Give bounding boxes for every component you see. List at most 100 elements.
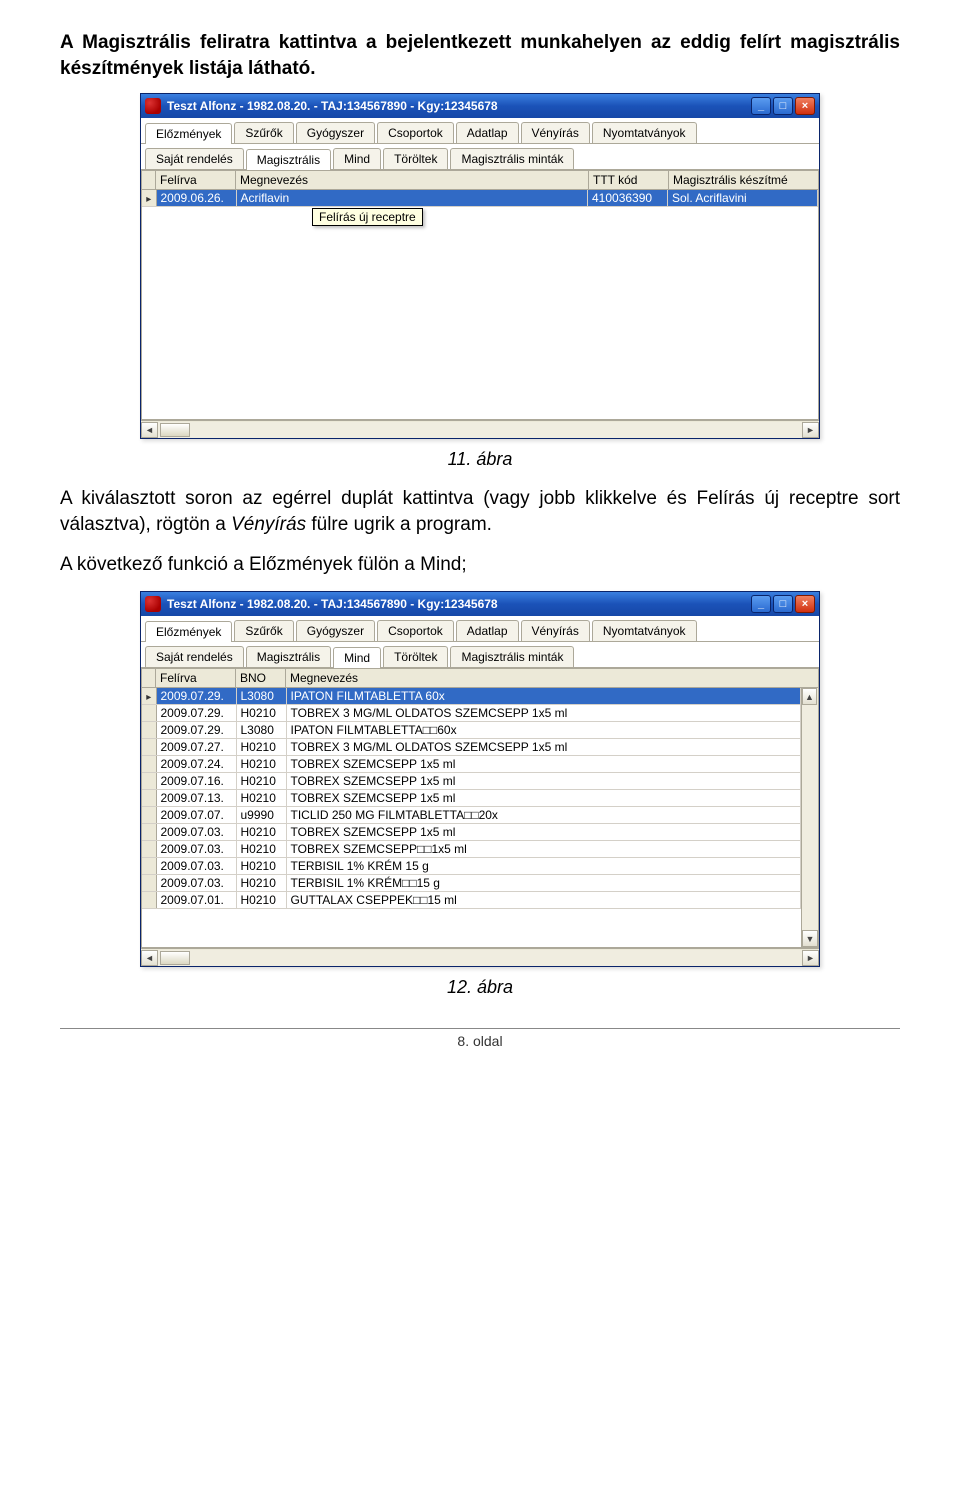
cell-date: 2009.07.03. [156, 841, 236, 858]
cell-name: TERBISIL 1% KRÉM□□15 g [286, 875, 801, 892]
close-button[interactable]: × [795, 595, 815, 613]
cell-bno: H0210 [236, 858, 286, 875]
table-row[interactable]: 2009.07.13.H0210TOBREX SZEMCSEPP 1x5 ml [142, 790, 801, 807]
h-scrollbar[interactable]: ◄ ► [141, 948, 819, 966]
cell-date: 2009.07.03. [156, 858, 236, 875]
app-icon [145, 98, 161, 114]
scroll-down-icon[interactable]: ▼ [802, 930, 818, 947]
tab-szűrők[interactable]: Szűrők [234, 122, 293, 143]
table-row[interactable]: 2009.07.03.H0210TOBREX SZEMCSEPP□□1x5 ml [142, 841, 801, 858]
screenshot-window-1: Teszt Alfonz - 1982.08.20. - TAJ:1345678… [140, 93, 820, 439]
cell-name: TOBREX SZEMCSEPP 1x5 ml [286, 790, 801, 807]
cell-date: 2009.07.27. [156, 739, 236, 756]
col-ttt[interactable]: TTT kód [589, 171, 669, 190]
scroll-right-icon[interactable]: ► [802, 950, 819, 966]
cell-bno: H0210 [236, 773, 286, 790]
cell-date: 2009.07.29. [156, 705, 236, 722]
cell-name: TOBREX SZEMCSEPP 1x5 ml [286, 824, 801, 841]
intro-paragraph: A Magisztrális feliratra kattintva a bej… [60, 30, 900, 81]
col-felirva[interactable]: Felírva [156, 669, 236, 688]
tab-adatlap[interactable]: Adatlap [456, 620, 519, 641]
tab-mind[interactable]: Mind [333, 148, 381, 169]
table-row[interactable]: 2009.06.26. Acriflavin 410036390 Sol. Ac… [142, 190, 818, 207]
tab-előzmények[interactable]: Előzmények [145, 123, 232, 144]
cell-bno: H0210 [236, 705, 286, 722]
tab-saját-rendelés[interactable]: Saját rendelés [145, 148, 244, 169]
cell-bno: L3080 [236, 722, 286, 739]
table-row[interactable]: 2009.07.29.L3080IPATON FILMTABLETTA□□60x [142, 722, 801, 739]
table-row[interactable]: 2009.07.27.H0210TOBREX 3 MG/ML OLDATOS S… [142, 739, 801, 756]
tab-szűrők[interactable]: Szűrők [234, 620, 293, 641]
table-row[interactable]: 2009.07.03.H0210TERBISIL 1% KRÉM 15 g [142, 858, 801, 875]
cell-bno: H0210 [236, 841, 286, 858]
body-paragraph-2: A kiválasztott soron az egérrel duplát k… [60, 486, 900, 537]
grid-body[interactable]: 2009.07.29.L3080IPATON FILMTABLETTA 60x2… [141, 688, 819, 948]
tab-csoportok[interactable]: Csoportok [377, 620, 454, 641]
table-row[interactable]: 2009.07.01.H0210GUTTALAX CSEPPEK□□15 ml [142, 892, 801, 909]
col-felirva[interactable]: Felírva [156, 171, 236, 190]
table-row[interactable]: 2009.07.03.H0210TERBISIL 1% KRÉM□□15 g [142, 875, 801, 892]
tab-magisztrális[interactable]: Magisztrális [246, 149, 331, 170]
table-row[interactable]: 2009.07.29.H0210TOBREX 3 MG/ML OLDATOS S… [142, 705, 801, 722]
tab-vényírás[interactable]: Vényírás [521, 122, 590, 143]
scroll-left-icon[interactable]: ◄ [141, 422, 158, 438]
tab-adatlap[interactable]: Adatlap [456, 122, 519, 143]
cell-bno: L3080 [236, 688, 286, 705]
tab-saját-rendelés[interactable]: Saját rendelés [145, 646, 244, 667]
table-row[interactable]: 2009.07.24.H0210TOBREX SZEMCSEPP 1x5 ml [142, 756, 801, 773]
tab-magisztrális[interactable]: Magisztrális [246, 646, 331, 667]
grid-body[interactable]: 2009.06.26. Acriflavin 410036390 Sol. Ac… [141, 190, 819, 420]
tab-magisztrális-minták[interactable]: Magisztrális minták [450, 646, 574, 667]
tab-magisztrális-minták[interactable]: Magisztrális minták [450, 148, 574, 169]
tab-gyógyszer[interactable]: Gyógyszer [296, 620, 375, 641]
col-megnevezes[interactable]: Megnevezés [236, 171, 589, 190]
tab-nyomtatványok[interactable]: Nyomtatványok [592, 122, 697, 143]
tab-előzmények[interactable]: Előzmények [145, 621, 232, 642]
cell-name: TERBISIL 1% KRÉM 15 g [286, 858, 801, 875]
maximize-button[interactable]: □ [773, 595, 793, 613]
h-scrollbar[interactable]: ◄ ► [141, 420, 819, 438]
tab-mind[interactable]: Mind [333, 647, 381, 668]
col-megnevezes[interactable]: Megnevezés [286, 669, 819, 688]
cell-name: TOBREX 3 MG/ML OLDATOS SZEMCSEPP 1x5 ml [286, 739, 801, 756]
cell-name: IPATON FILMTABLETTA□□60x [286, 722, 801, 739]
tab-csoportok[interactable]: Csoportok [377, 122, 454, 143]
cell-bno: H0210 [236, 756, 286, 773]
v-scrollbar[interactable]: ▲ ▼ [801, 688, 818, 947]
titlebar: Teszt Alfonz - 1982.08.20. - TAJ:1345678… [141, 94, 819, 118]
cell-name: GUTTALAX CSEPPEK□□15 ml [286, 892, 801, 909]
cell-bno: H0210 [236, 790, 286, 807]
tab-vényírás[interactable]: Vényírás [521, 620, 590, 641]
cell-date: 2009.07.16. [156, 773, 236, 790]
tab-nyomtatványok[interactable]: Nyomtatványok [592, 620, 697, 641]
window-title: Teszt Alfonz - 1982.08.20. - TAJ:1345678… [167, 99, 498, 113]
minimize-button[interactable]: _ [751, 97, 771, 115]
tab-töröltek[interactable]: Töröltek [383, 148, 448, 169]
window-title: Teszt Alfonz - 1982.08.20. - TAJ:1345678… [167, 597, 498, 611]
tab-gyógyszer[interactable]: Gyógyszer [296, 122, 375, 143]
tabbar-sub: Saját rendelésMagisztrálisMindTöröltekMa… [141, 642, 819, 668]
cell-date: 2009.06.26. [156, 190, 236, 207]
tab-töröltek[interactable]: Töröltek [383, 646, 448, 667]
col-magisz[interactable]: Magisztrális készítmé [669, 171, 819, 190]
maximize-button[interactable]: □ [773, 97, 793, 115]
scroll-right-icon[interactable]: ► [802, 422, 819, 438]
cell-name: IPATON FILMTABLETTA 60x [286, 688, 801, 705]
close-button[interactable]: × [795, 97, 815, 115]
cell-bno: H0210 [236, 875, 286, 892]
cell-name: TOBREX 3 MG/ML OLDATOS SZEMCSEPP 1x5 ml [286, 705, 801, 722]
app-icon [145, 596, 161, 612]
col-bno[interactable]: BNO [236, 669, 286, 688]
minimize-button[interactable]: _ [751, 595, 771, 613]
body-paragraph-3: A következő funkció a Előzmények fülön a… [60, 552, 900, 578]
table-row[interactable]: 2009.07.29.L3080IPATON FILMTABLETTA 60x [142, 688, 801, 705]
cell-date: 2009.07.24. [156, 756, 236, 773]
cell-name: TOBREX SZEMCSEPP 1x5 ml [286, 756, 801, 773]
scroll-up-icon[interactable]: ▲ [802, 688, 817, 705]
figure-caption-2: 12. ábra [60, 977, 900, 998]
table-row[interactable]: 2009.07.16.H0210TOBREX SZEMCSEPP 1x5 ml [142, 773, 801, 790]
cell-date: 2009.07.07. [156, 807, 236, 824]
scroll-left-icon[interactable]: ◄ [141, 950, 158, 966]
table-row[interactable]: 2009.07.03.H0210TOBREX SZEMCSEPP 1x5 ml [142, 824, 801, 841]
table-row[interactable]: 2009.07.07.u9990TICLID 250 MG FILMTABLET… [142, 807, 801, 824]
